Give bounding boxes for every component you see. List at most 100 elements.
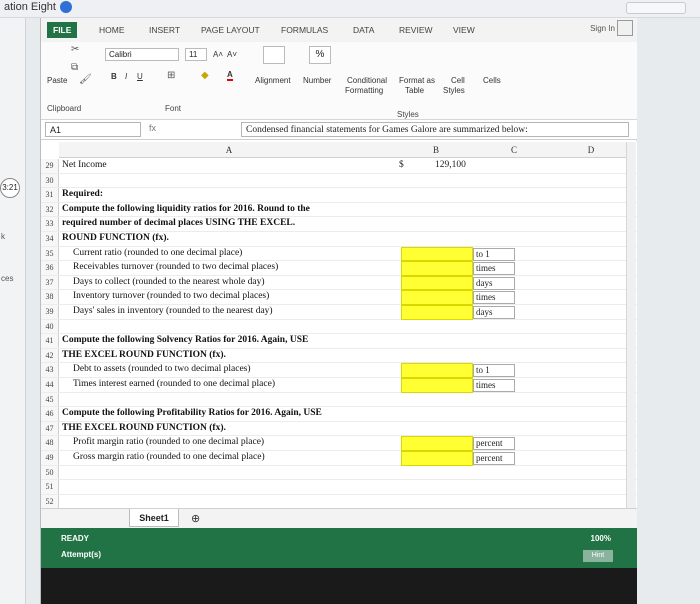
header-button[interactable] [626,2,686,14]
row-number[interactable]: 32 [41,202,59,217]
answer-input-cell[interactable] [401,305,473,320]
grow-font-icon[interactable]: A˄ [213,50,223,59]
row-number[interactable]: 29 [41,159,59,173]
table-row[interactable]: 31 Required: [41,188,637,203]
table-row[interactable]: 40 [41,319,637,335]
answer-input-cell[interactable] [401,246,473,262]
fill-color-icon[interactable]: ◆ [201,70,209,81]
formula-input[interactable]: Condensed financial statements for Games… [241,122,629,137]
table-row[interactable]: 42 THE EXCEL ROUND FUNCTION (fx). [41,348,637,364]
copy-icon[interactable]: ⧉ [71,62,78,73]
info-icon[interactable] [60,1,72,13]
font-size-select[interactable]: 11 [185,48,207,61]
table-row[interactable]: 50 [41,465,637,481]
table-row[interactable]: 43 Debt to assets (rounded to two decimal… [41,363,637,378]
cells-button[interactable]: Cells [483,76,501,85]
row-number[interactable]: 41 [41,334,59,348]
cell-a-text[interactable]: Profit margin ratio (rounded to one deci… [73,437,264,447]
format-as-table-button[interactable]: Format as [399,76,435,85]
table-row[interactable]: 29 Net Income $129,100 [41,159,637,174]
table-row[interactable]: 35 Current ratio (rounded to one decimal … [41,246,637,262]
table-row[interactable]: 39 Days' sales in inventory (rounded to t… [41,305,637,320]
tab-formulas[interactable]: FORMULAS [281,25,328,35]
table-row[interactable]: 49 Gross margin ratio (rounded to one dec… [41,451,637,466]
sign-in-link[interactable]: Sign In [590,24,615,33]
vertical-scrollbar[interactable] [626,142,636,508]
table-row[interactable]: 41 Compute the following Solvency Ratios … [41,334,637,349]
cut-icon[interactable]: ✂ [71,44,79,55]
cell-a-text[interactable]: Receivables turnover (rounded to two dec… [73,262,278,272]
bold-button[interactable]: B [111,72,117,81]
table-row[interactable]: 44 Times interest earned (rounded to one … [41,378,637,393]
hint-button[interactable]: Hint [583,550,613,562]
cell-b-value[interactable]: 129,100 [435,160,466,170]
row-number[interactable]: 47 [41,421,59,436]
answer-input-cell[interactable] [401,261,473,276]
cell-a-text[interactable]: Required: [62,189,103,199]
cell-a-text[interactable]: Days to collect (rounded to the nearest … [73,277,265,287]
row-number[interactable]: 33 [41,217,59,231]
cell-a-text[interactable]: Inventory turnover (rounded to two decim… [73,291,269,301]
alignment-button[interactable]: Alignment [255,76,291,85]
row-number[interactable]: 43 [41,363,59,377]
table-row[interactable]: 52 [41,494,637,508]
answer-input-cell[interactable] [401,378,473,393]
table-row[interactable]: 47 THE EXCEL ROUND FUNCTION (fx). [41,421,637,437]
cell-a-text[interactable]: Current ratio (rounded to one decimal pl… [73,248,242,258]
row-number[interactable]: 48 [41,436,59,450]
tab-data[interactable]: DATA [353,25,374,35]
row-number[interactable]: 49 [41,451,59,465]
row-number[interactable]: 38 [41,290,59,304]
cell-a-text[interactable]: THE EXCEL ROUND FUNCTION (fx). [62,423,226,433]
table-row[interactable]: 32 Compute the following liquidity ratios… [41,202,637,218]
table-row[interactable]: 51 [41,480,637,495]
tab-home[interactable]: HOME [99,25,125,35]
shrink-font-icon[interactable]: A˅ [227,50,237,59]
answer-input-cell[interactable] [401,275,473,291]
row-number[interactable]: 46 [41,407,59,421]
row-number[interactable]: 31 [41,188,59,202]
borders-icon[interactable]: ⊞ [167,70,175,81]
sheet-tab[interactable]: Sheet1 [129,509,179,527]
tab-page-layout[interactable]: PAGE LAYOUT [201,25,260,35]
row-number[interactable]: 39 [41,305,59,319]
col-header-a[interactable]: A [59,142,399,158]
table-row[interactable]: 34 ROUND FUNCTION (fx). [41,232,637,247]
cell-a-text[interactable]: Days' sales in inventory (rounded to the… [73,306,273,316]
cell-a-text[interactable]: Compute the following liquidity ratios f… [62,204,310,214]
answer-input-cell[interactable] [401,451,473,466]
percent-icon[interactable]: % [309,46,331,64]
table-row[interactable]: 36 Receivables turnover (rounded to two d… [41,261,637,276]
cell-a-text[interactable]: Compute the following Profitability Rati… [62,408,322,418]
row-number[interactable]: 40 [41,319,59,334]
cell-a-text[interactable]: THE EXCEL ROUND FUNCTION (fx). [62,350,226,360]
cell-a-text[interactable]: Debt to assets (rounded to two decimal p… [73,364,251,374]
add-sheet-icon[interactable]: ⊕ [191,512,200,525]
col-header-c[interactable]: C [473,142,555,158]
answer-input-cell[interactable] [401,436,473,451]
tab-review[interactable]: REVIEW [399,25,433,35]
row-number[interactable]: 30 [41,173,59,188]
row-number[interactable]: 52 [41,494,59,508]
cell-a-text[interactable]: ROUND FUNCTION (fx). [62,233,169,243]
col-header-d[interactable]: D [555,142,627,158]
table-row[interactable]: 38 Inventory turnover (rounded to two dec… [41,290,637,305]
cell-a-text[interactable]: Gross margin ratio (rounded to one decim… [73,452,265,462]
answer-input-cell[interactable] [401,363,473,378]
zoom-level[interactable]: 100% [591,534,611,543]
table-row[interactable]: 45 [41,392,637,408]
cell-a-text[interactable]: required number of decimal places USING … [62,218,295,228]
table-row[interactable]: 37 Days to collect (rounded to the neares… [41,275,637,291]
name-box[interactable]: A1 [45,122,141,137]
row-number[interactable]: 35 [41,246,59,261]
row-number[interactable]: 45 [41,392,59,407]
tab-file[interactable]: FILE [47,22,78,38]
row-number[interactable]: 36 [41,261,59,275]
conditional-formatting-button[interactable]: Conditional [347,76,387,85]
tab-insert[interactable]: INSERT [149,25,180,35]
underline-button[interactable]: U [137,72,143,81]
row-number[interactable]: 34 [41,232,59,246]
font-name-select[interactable]: Calibri [105,48,179,61]
row-number[interactable]: 44 [41,378,59,392]
row-number[interactable]: 42 [41,348,59,363]
